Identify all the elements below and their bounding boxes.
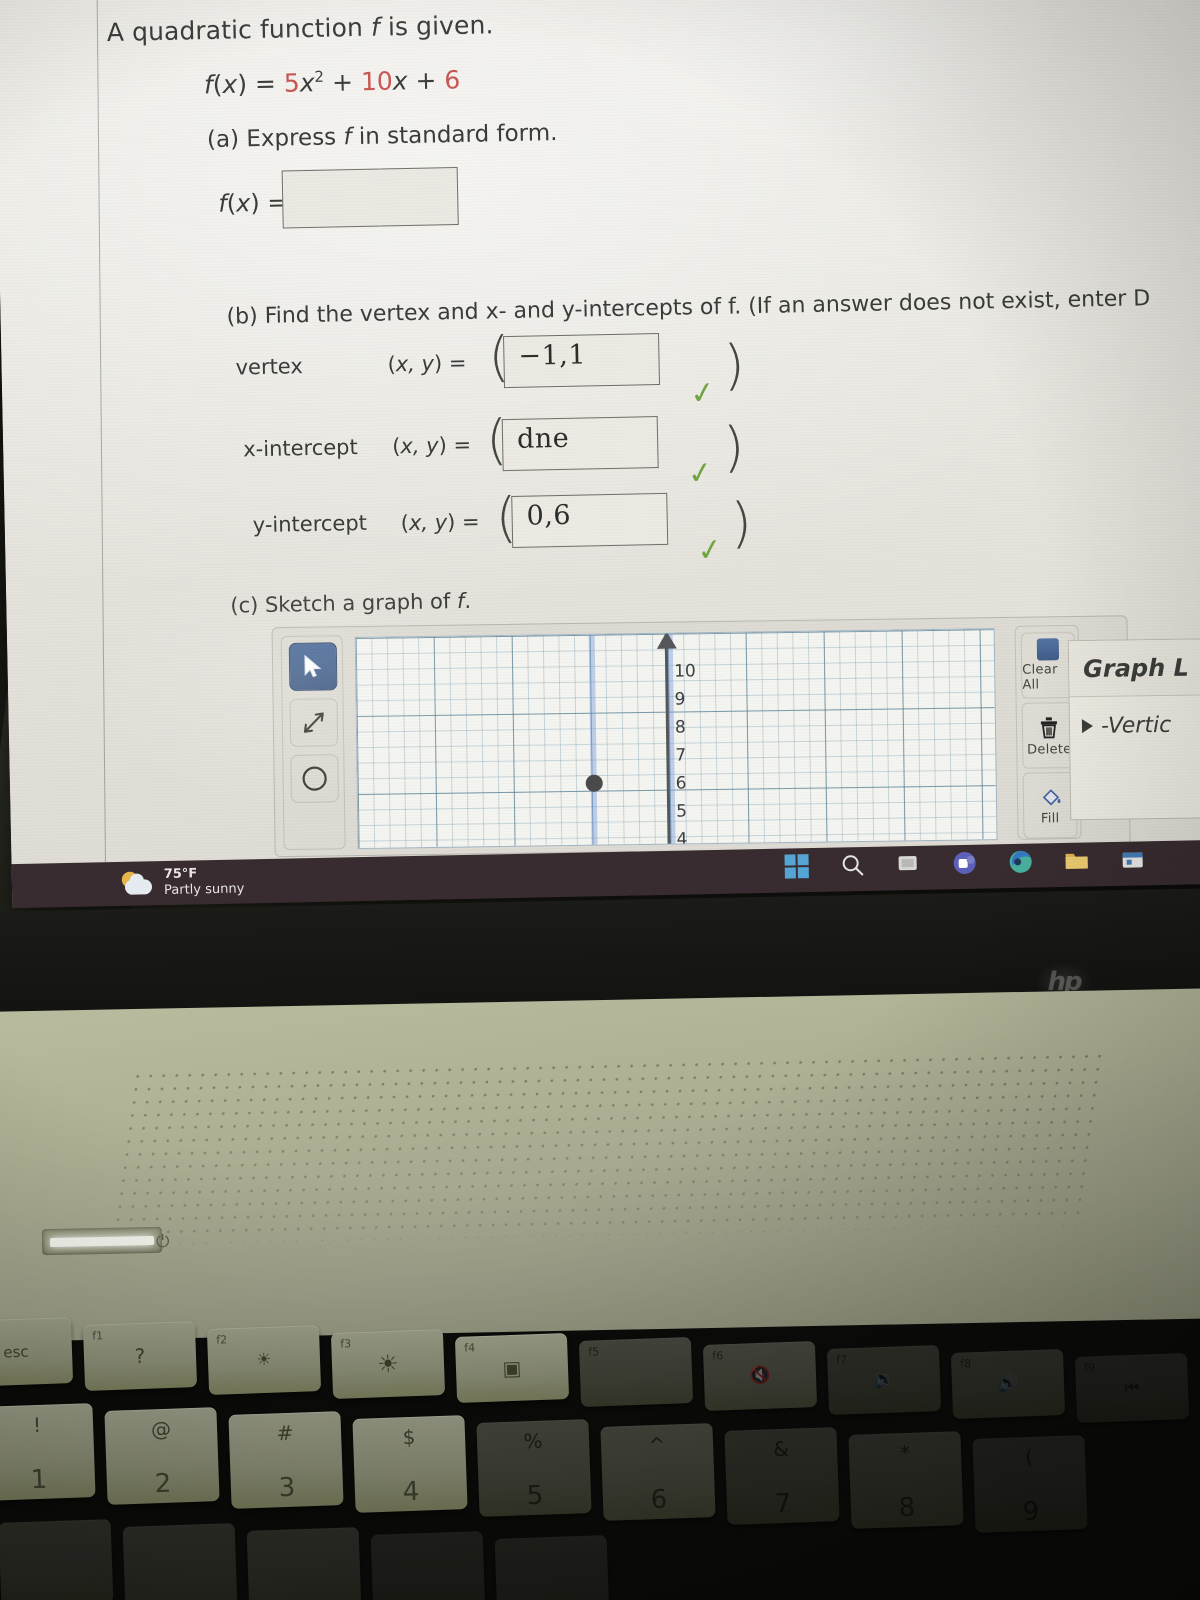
y-intercept-input[interactable]: 0,6 [511,492,669,548]
coef-a: 5 [283,68,301,98]
key-row3-b[interactable] [122,1523,238,1600]
webassign-problem: A quadratic function f is given. f(x) = … [0,0,1200,864]
key-row3-a[interactable] [0,1519,114,1600]
vertex-close-paren: ) [723,333,746,397]
fx-label-a: f(x) = [218,188,288,218]
key-row3-e[interactable] [494,1535,610,1600]
key-6[interactable]: ^ 6 [600,1423,716,1521]
weather-widget[interactable]: 75°F Partly sunny [120,865,245,899]
key-f6-mute[interactable]: f6 🔇 [702,1341,818,1411]
microsoft-store-icon[interactable] [1119,846,1150,877]
graph-layers-title: Graph L [1068,638,1200,698]
keyboard: esc f1? f2 ☀ f3 ☀ f4 ▣ f5 f6 🔇 f7 🔉 f8 🔊 f9 ⏮ !… [0,1295,1200,1600]
key-3[interactable]: #3 [228,1411,344,1509]
clear-all-label: Clear All [1022,662,1058,693]
tool-palette [280,635,346,851]
exponent: 2 [314,67,325,86]
paint-bucket-icon [1042,788,1061,805]
key-f4-display[interactable]: f4 ▣ [454,1333,570,1403]
cursor-icon [304,654,322,678]
key-7[interactable]: & 7 [724,1427,840,1525]
laptop-photo: A quadratic function f is given. f(x) = … [0,0,1200,1600]
weather-condition: Partly sunny [163,881,245,899]
question-prompt: A quadratic function f is given. [106,10,494,48]
key-f5[interactable]: f5 [578,1337,694,1407]
key-5[interactable]: % 5 [476,1419,592,1517]
function-equation: f(x) = 5x2 + 10x + 6 [203,65,461,100]
vertex-input[interactable]: −1,1 [503,332,661,389]
key-9[interactable]: (9 [972,1435,1088,1533]
vertex-label: vertex [235,354,304,380]
search-icon[interactable] [839,852,870,883]
key-f9-previous-track[interactable]: f9 ⏮ [1074,1353,1190,1423]
x-intercept-close-paren: ) [722,415,745,479]
line-tool[interactable] [289,698,339,747]
key-f1[interactable]: f1? [82,1321,198,1391]
y-intercept-label: y-intercept [252,510,368,538]
key-2[interactable]: @2 [104,1407,220,1505]
double-arrow-icon [303,712,324,733]
y-tick-7: 7 [675,745,687,766]
y-tick-9: 9 [674,689,686,710]
taskbar-icons [783,846,1150,883]
y-axis-arrow-icon [656,631,677,649]
y-tick-10: 10 [674,661,696,682]
speaker-grille [108,1049,1112,1246]
part-a-text: (a) Express f in standard form. [206,119,558,154]
y-tick-6: 6 [675,773,687,794]
x-intercept-label: x-intercept [242,435,358,462]
teams-icon[interactable] [951,850,982,881]
y-tick-8: 8 [674,717,686,738]
delete-label: Delete [1026,741,1072,758]
fill-label: Fill [1040,810,1060,826]
power-button[interactable]: ⏻ [156,1232,170,1252]
trash-icon [1040,716,1057,738]
y-tick-4: 4 [676,829,688,850]
partly-sunny-icon [120,871,154,896]
key-f3-brightness-up[interactable]: f3 ☀ [330,1329,446,1399]
start-icon[interactable] [783,853,814,884]
circle-tool[interactable] [290,754,339,803]
x-intercept-correct-check-icon: ✓ [685,454,716,493]
part-c-text: (c) Sketch a graph of f. [230,588,472,618]
graph-layers-panel: Graph L -Vertic [1067,637,1200,821]
circle-icon [302,766,327,791]
key-row3-c[interactable] [246,1527,362,1600]
y-intercept-close-paren: ) [730,491,753,555]
layer-item-label: -Vertic [1100,712,1172,739]
key-f8-volume-up[interactable]: f8 🔊 [950,1349,1066,1419]
chevron-right-icon[interactable] [1081,718,1094,734]
vertex-xy-label: (x, y) = [387,350,467,377]
y-intercept-xy-label: (x, y) = [400,509,480,536]
key-1[interactable]: ! 1 [0,1403,96,1501]
blue-square-icon [1036,638,1060,661]
select-tool[interactable] [288,642,338,691]
part-b-text: (b) Find the vertex and x- and y-interce… [226,286,1151,330]
task-view-icon[interactable] [895,851,926,882]
key-row3-d[interactable] [370,1531,486,1600]
weather-temp: 75°F [163,866,198,883]
coef-b: 10 [360,66,394,97]
y-intercept-correct-check-icon: ✓ [694,531,726,570]
y-tick-5: 5 [675,801,688,822]
hinge-light-bar [41,1226,163,1256]
vertex-correct-check-icon: ✓ [687,374,718,413]
key-f7-volume-down[interactable]: f7 🔉 [826,1345,942,1415]
layer-item-vertical[interactable]: -Vertic [1070,701,1200,750]
graph-sketch-widget: 10 9 8 7 6 5 4 Clear All Delete Fill [271,615,1131,858]
laptop-screen: A quadratic function f is given. f(x) = … [0,0,1200,909]
key-8[interactable]: * 8 [848,1431,964,1529]
key-esc[interactable]: esc [0,1317,74,1387]
coordinate-grid[interactable]: 10 9 8 7 6 5 4 [354,628,998,850]
standard-form-input[interactable] [281,166,459,229]
file-explorer-icon[interactable] [1063,847,1094,878]
x-intercept-input[interactable]: dne [501,416,659,472]
edge-icon[interactable] [1007,848,1038,879]
x-intercept-xy-label: (x, y) = [391,432,472,459]
key-f2-brightness-down[interactable]: f2 ☀ [206,1325,322,1395]
key-4[interactable]: $4 [352,1415,468,1513]
coef-c: 6 [444,65,461,95]
